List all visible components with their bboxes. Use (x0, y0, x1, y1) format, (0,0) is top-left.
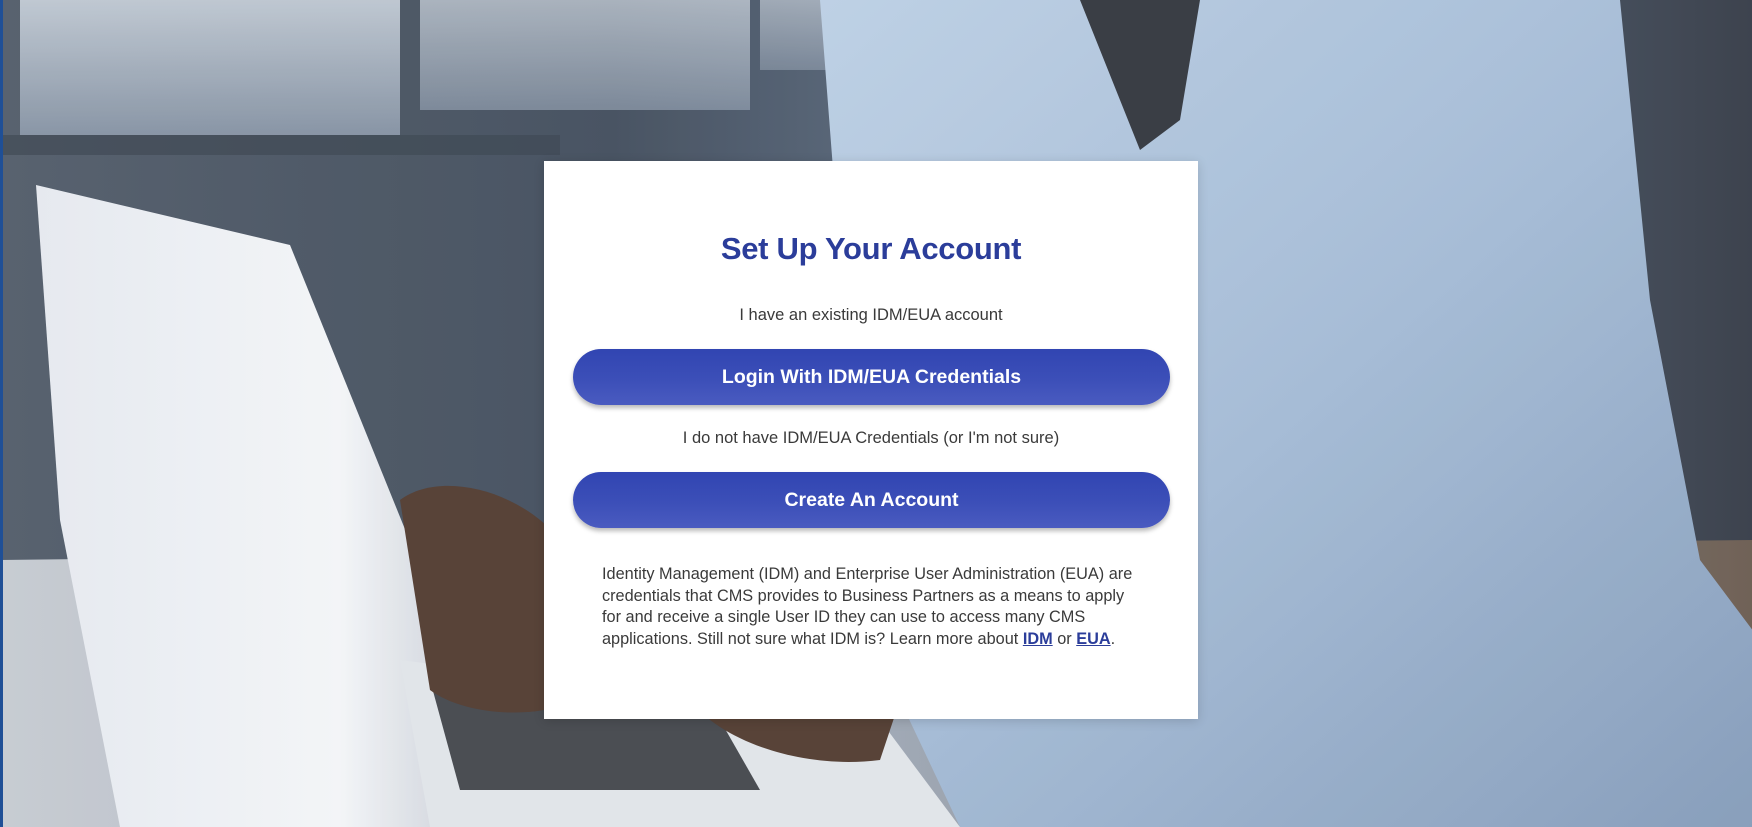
no-account-prompt: I do not have IDM/EUA Credentials (or I'… (682, 429, 1060, 447)
page-background: Set Up Your Account I have an existing I… (0, 0, 1752, 827)
account-setup-card: Set Up Your Account I have an existing I… (544, 161, 1198, 719)
page-title: Set Up Your Account (720, 231, 1022, 266)
existing-account-prompt: I have an existing IDM/EUA account (739, 306, 1003, 324)
info-period: . (1110, 629, 1116, 648)
info-or-text: or (1057, 629, 1072, 648)
idm-eua-info-text: Identity Management (IDM) and Enterprise… (602, 564, 1147, 650)
eua-link[interactable]: EUA (1076, 630, 1110, 648)
left-edge-accent (0, 0, 3, 827)
info-body-text: Identity Management (IDM) and Enterprise… (602, 565, 1133, 648)
login-idm-eua-button[interactable]: Login With IDM/EUA Credentials (573, 349, 1170, 405)
idm-link[interactable]: IDM (1023, 630, 1053, 648)
create-account-button[interactable]: Create An Account (573, 472, 1170, 528)
